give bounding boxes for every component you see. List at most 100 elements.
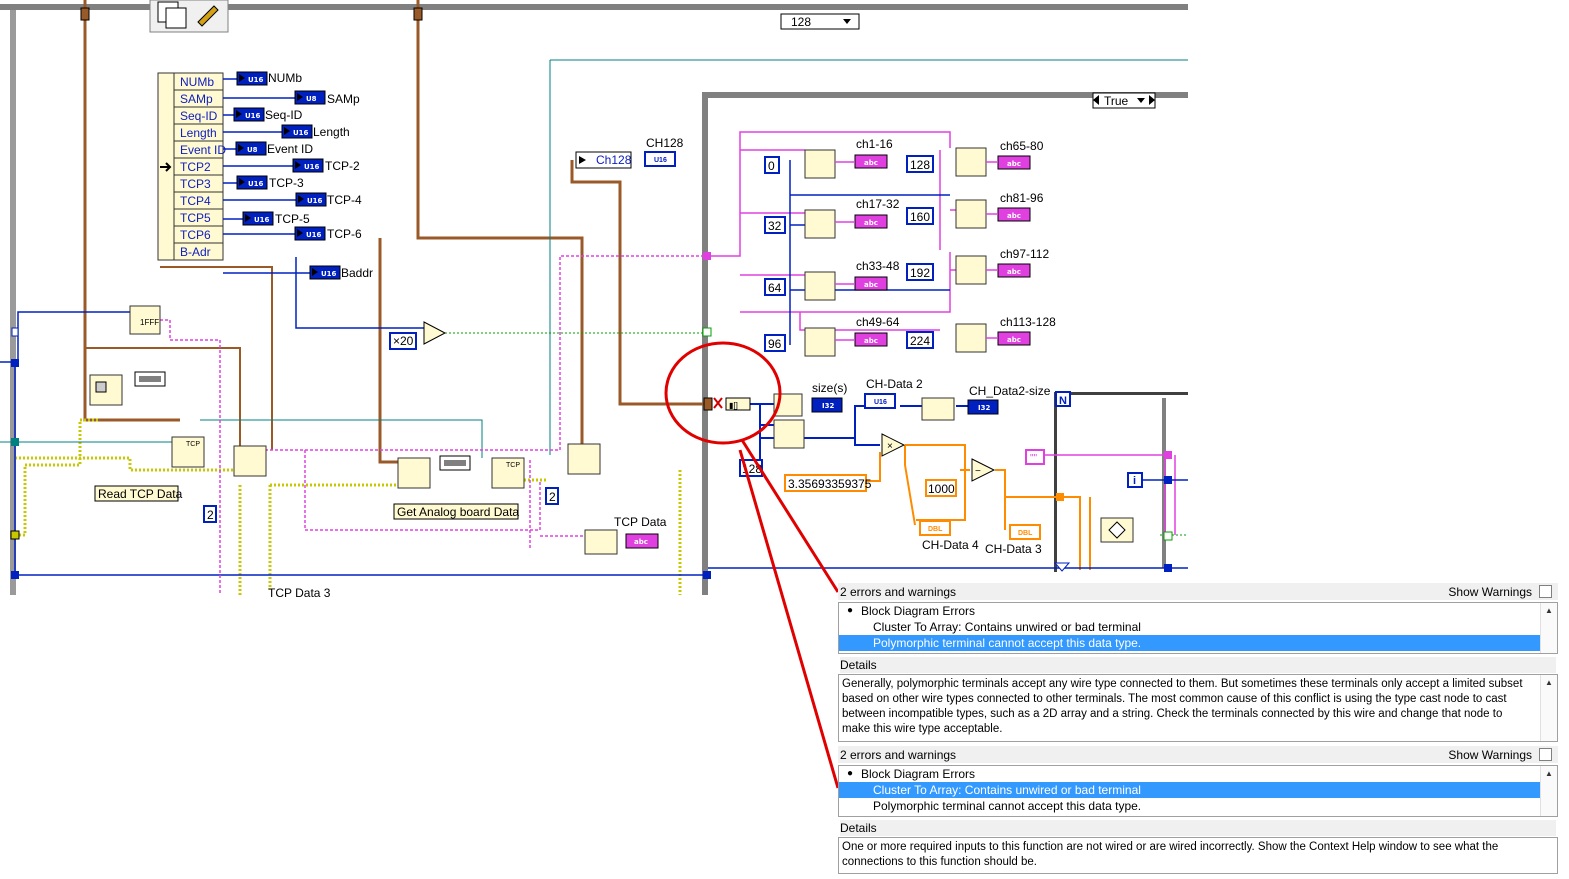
- scrollbar[interactable]: ▲: [1540, 603, 1557, 653]
- chdata2size-indicator-tag: I32: [978, 404, 990, 412]
- tool-palette[interactable]: [149, 0, 229, 33]
- error-list-1[interactable]: ● Block Diagram Errors Cluster To Array: …: [838, 602, 1558, 654]
- tcp-node-2[interactable]: TCP: [491, 457, 525, 489]
- tunnel: [702, 327, 712, 337]
- show-warnings-label: Show Warnings: [1448, 585, 1532, 599]
- ch128-constant[interactable]: Ch128: [575, 151, 632, 169]
- chdata4-label: CH-Data 4: [922, 538, 979, 552]
- channel-group-left: 96 ch49-64 abc: [764, 315, 900, 357]
- cluster-element[interactable]: TCP2: [180, 160, 211, 174]
- reshape-node[interactable]: [773, 419, 805, 449]
- size-label: size(s): [812, 381, 847, 395]
- cluster-element[interactable]: TCP6: [180, 228, 211, 242]
- error-item-label: Polymorphic terminal cannot accept this …: [873, 799, 1142, 813]
- cluster-element[interactable]: Seq-ID: [180, 109, 218, 123]
- bullet-icon: ●: [847, 768, 854, 779]
- error-item-selected[interactable]: Polymorphic terminal cannot accept this …: [839, 635, 1541, 651]
- ch128-label: CH128: [646, 136, 684, 150]
- indicator-samp: U8 SAMp: [223, 90, 360, 106]
- empty-string-constant[interactable]: "": [1025, 449, 1045, 465]
- array-subset-node[interactable]: [955, 323, 987, 353]
- tcp-read-node[interactable]: [89, 374, 123, 406]
- cluster-element[interactable]: NUMb: [180, 75, 214, 89]
- const-1000[interactable]: 1000: [925, 479, 957, 497]
- error-item[interactable]: Polymorphic terminal cannot accept this …: [839, 798, 1557, 814]
- chdata4-indicator-tag: DBL: [928, 526, 943, 533]
- scrollbar[interactable]: ▲: [1540, 675, 1557, 741]
- channel-label: ch49-64: [856, 315, 900, 329]
- broken-wire-icon: [713, 397, 723, 409]
- error-group[interactable]: ● Block Diagram Errors: [839, 766, 1557, 782]
- channel-indicator-tag: abc: [1007, 268, 1021, 276]
- read-tcp-label-text: Read TCP Data: [98, 487, 183, 501]
- chdata2-indicator: U16: [864, 393, 896, 409]
- offset-constant-value: 0: [768, 159, 775, 173]
- show-warnings-checkbox[interactable]: [1539, 585, 1552, 598]
- error-item[interactable]: Cluster To Array: Contains unwired or ba…: [839, 619, 1557, 635]
- const-2-left[interactable]: 2: [203, 505, 217, 523]
- cluster-element[interactable]: TCP3: [180, 177, 211, 191]
- indicator-baddr: U16 Baddr: [223, 265, 373, 280]
- x20-constant[interactable]: ×20: [389, 332, 417, 350]
- channel-indicator-tag: abc: [864, 159, 878, 167]
- array-subset-node[interactable]: [804, 327, 836, 357]
- offset-constant-value: 32: [768, 219, 782, 233]
- tcp-data-label: TCP Data: [614, 515, 667, 529]
- cluster-element[interactable]: B-Adr: [180, 245, 211, 259]
- typecast-node-3[interactable]: [567, 443, 601, 475]
- indicator-tag: U16: [248, 180, 264, 188]
- cluster-element[interactable]: SAMp: [180, 92, 213, 106]
- unbundle-by-name-node[interactable]: NUMb SAMp Seq-ID Length Event ID TCP2 TCP3 TCP4…: [157, 72, 226, 261]
- cluster-element[interactable]: Event ID: [180, 143, 226, 157]
- indicator-tcp-2: U16 TCP-2: [223, 158, 360, 173]
- array-subset-node[interactable]: [955, 255, 987, 285]
- typecast-node-2[interactable]: [397, 457, 431, 489]
- cluster-element[interactable]: TCP4: [180, 194, 211, 208]
- indicator-tcp-6: U16 TCP-6: [223, 226, 362, 241]
- error-group[interactable]: ● Block Diagram Errors: [839, 603, 1557, 619]
- array-subset-node[interactable]: [804, 271, 836, 301]
- hex-node[interactable]: 1FFF: [129, 305, 161, 335]
- array-subset-node[interactable]: [804, 149, 836, 179]
- array-subset-node[interactable]: [955, 199, 987, 229]
- tcp-node-1[interactable]: TCP: [171, 436, 205, 468]
- const-2-mid[interactable]: 2: [545, 487, 559, 505]
- array-subset-node[interactable]: [955, 147, 987, 177]
- offset-constant-value: 128: [910, 158, 930, 172]
- indicator-name: TCP-3: [269, 176, 304, 190]
- typecast-node-1[interactable]: [233, 445, 267, 477]
- array-size-node-2[interactable]: [921, 397, 955, 421]
- show-warnings-checkbox[interactable]: [1539, 748, 1552, 761]
- indicator-tcp-5: U16 TCP-5: [223, 211, 310, 226]
- scrollbar[interactable]: ▲: [1540, 766, 1557, 816]
- tcp-node-1-label: TCP: [186, 441, 200, 448]
- case-selector[interactable]: True: [1092, 92, 1156, 109]
- size-indicator-tag: I32: [822, 402, 834, 410]
- select-node[interactable]: [1100, 517, 1134, 543]
- indicator-tag: U16: [304, 163, 320, 171]
- subtract-glyph: −: [975, 466, 981, 477]
- ch128-indicator: U16: [644, 151, 676, 167]
- tunnel: [80, 7, 90, 21]
- multiplier-constant[interactable]: 3.35693359375: [784, 474, 872, 492]
- tcp-data-build-node[interactable]: [584, 529, 618, 555]
- indicator-tag: U16: [306, 231, 322, 239]
- loop-count-selector[interactable]: 128: [780, 13, 860, 30]
- error-list-2[interactable]: ● Block Diagram Errors Cluster To Array: …: [838, 765, 1558, 817]
- cluster-to-array-node[interactable]: ▮[]: [703, 397, 751, 411]
- details-box-1[interactable]: Generally, polymorphic terminals accept …: [838, 674, 1558, 742]
- array-subset-node[interactable]: [804, 209, 836, 239]
- for-loop-i: i: [1133, 475, 1136, 487]
- chdata2-indicator-tag: U16: [874, 399, 887, 406]
- equal-comparator-node[interactable]: [423, 321, 447, 345]
- error-item-selected[interactable]: Cluster To Array: Contains unwired or ba…: [839, 782, 1541, 798]
- cluster-element[interactable]: TCP5: [180, 211, 211, 225]
- channel-indicator-tag: abc: [864, 219, 878, 227]
- chdata3-indicator-tag: DBL: [1018, 530, 1033, 537]
- cluster-element[interactable]: Length: [180, 126, 217, 140]
- channel-indicator-tag: abc: [864, 281, 878, 289]
- details-box-2[interactable]: One or more required inputs to this func…: [838, 837, 1558, 874]
- multiply-node[interactable]: [881, 433, 906, 457]
- tunnel: [11, 359, 19, 367]
- channel-label: ch33-48: [856, 259, 900, 273]
